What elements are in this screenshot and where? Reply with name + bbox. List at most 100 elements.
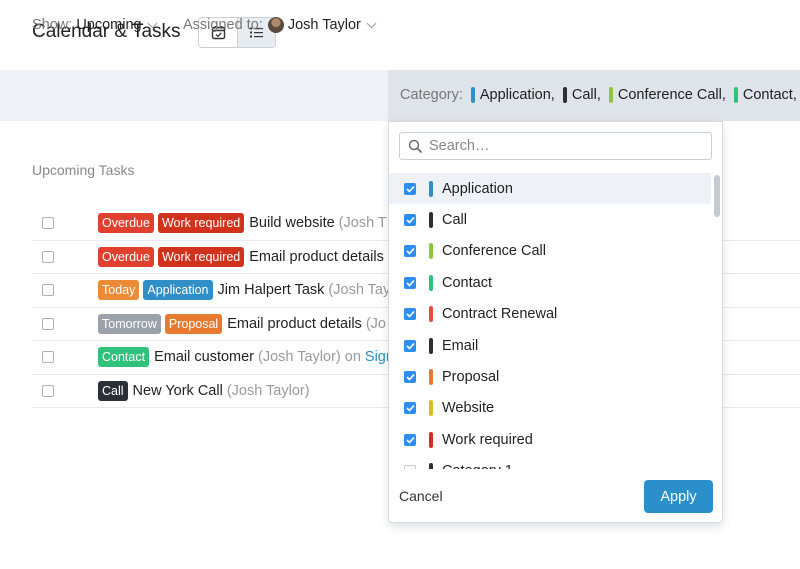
task-assignee: (Josh Taylor) on: [258, 349, 361, 366]
category-chip-label: Conference Call,: [617, 87, 726, 103]
category-option[interactable]: Conference Call: [389, 236, 711, 267]
option-checkbox[interactable]: [404, 371, 416, 384]
category-chip: Contact,: [733, 87, 797, 103]
avatar: [267, 17, 284, 33]
dropdown-footer: Cancel Apply: [389, 469, 724, 524]
category-color-marker: [562, 87, 567, 103]
option-checkbox[interactable]: [404, 402, 416, 415]
category-color-marker: [470, 87, 475, 103]
cancel-button[interactable]: Cancel: [399, 488, 443, 504]
category-color-marker: [608, 87, 613, 103]
task-name[interactable]: Email customer: [154, 349, 254, 365]
option-checkbox[interactable]: [404, 339, 416, 352]
category-chip-label: Contact,: [742, 87, 797, 103]
category-color-marker: [429, 400, 433, 417]
status-badge: Overdue: [98, 213, 154, 234]
show-filter-label: Show:: [32, 17, 73, 33]
status-badge: Overdue: [98, 246, 154, 267]
category-chip-label: Call,: [571, 87, 601, 103]
scrollbar-thumb[interactable]: [714, 175, 720, 217]
task-assignee: (Josh Taylor): [226, 382, 310, 399]
section-label: Upcoming Tasks: [32, 162, 135, 178]
task-content: Overdue Work required Email product detail…: [98, 246, 384, 267]
task-checkbox[interactable]: [42, 250, 54, 263]
category-chip: Call,: [562, 87, 601, 103]
show-filter[interactable]: Show: Upcoming: [32, 17, 158, 33]
category-option-label: Conference Call: [442, 243, 546, 260]
task-name[interactable]: Build website: [249, 215, 334, 231]
task-content: Tomorrow Proposal Email product details (Jo: [98, 313, 386, 334]
assigned-filter-label: Assigned to:: [183, 17, 263, 33]
category-option[interactable]: Work required: [389, 424, 711, 455]
category-option[interactable]: Application: [389, 173, 711, 205]
category-option-label: Work required: [442, 431, 533, 448]
status-badge: Work required: [157, 246, 245, 267]
task-content: Today Application Jim Halpert Task (Josh Ta…: [98, 280, 391, 301]
category-dropdown: Application Call Conference Call Contact Con…: [388, 121, 723, 523]
status-badge: Today: [98, 280, 140, 301]
category-option-label: Contract Renewal: [442, 306, 558, 323]
task-assignee: (Josh T: [338, 215, 387, 232]
option-checkbox[interactable]: [404, 182, 416, 195]
task-checkbox[interactable]: [42, 217, 54, 230]
category-option-label: Proposal: [442, 369, 500, 386]
task-checkbox[interactable]: [42, 284, 54, 297]
status-badge: Application: [143, 280, 213, 301]
status-badge: Tomorrow: [98, 313, 161, 334]
category-option[interactable]: Call: [389, 204, 711, 235]
task-content: Call New York Call (Josh Taylor): [98, 380, 310, 401]
category-chip-label: Application,: [479, 87, 555, 103]
category-option[interactable]: Contact: [389, 267, 711, 298]
category-color-marker: [429, 306, 433, 323]
task-name[interactable]: New York Call: [133, 383, 223, 399]
category-option-label: Email: [442, 337, 479, 354]
category-option-label: Contact: [442, 274, 492, 291]
task-checkbox[interactable]: [42, 384, 54, 397]
search-input[interactable]: [429, 138, 699, 154]
apply-button[interactable]: Apply: [644, 480, 713, 513]
status-badge: Contact: [98, 347, 150, 368]
category-color-marker: [429, 274, 433, 291]
assigned-filter-value: Josh Taylor: [287, 17, 361, 33]
category-filter[interactable]: Category: Application, Call, Conference Ca…: [388, 70, 800, 121]
task-assignee: (Jo: [365, 315, 386, 332]
category-color-marker: [429, 337, 433, 354]
category-chip: Application,: [470, 87, 555, 103]
category-chip: Conference Call,: [608, 87, 726, 103]
option-checkbox[interactable]: [404, 433, 416, 446]
option-checkbox[interactable]: [404, 276, 416, 289]
show-filter-value: Upcoming: [76, 17, 142, 33]
chevron-down-icon: [366, 18, 377, 28]
option-checkbox[interactable]: [404, 214, 416, 227]
category-color-marker: [429, 431, 433, 448]
category-filter-label: Category:: [400, 87, 463, 103]
status-badge: Work required: [157, 213, 245, 234]
category-option-list: Application Call Conference Call Contact Con…: [389, 173, 711, 469]
task-assignee: (Josh Tay: [328, 282, 391, 299]
task-name[interactable]: Email product details: [227, 316, 362, 332]
category-option-label: Website: [442, 400, 495, 417]
category-color-marker: [733, 87, 738, 103]
task-content: Contact Email customer (Josh Taylor) on Sig…: [98, 347, 394, 368]
assigned-filter[interactable]: Assigned to: Josh Taylor: [183, 17, 377, 33]
task-checkbox[interactable]: [42, 351, 54, 364]
chevron-down-icon: [147, 18, 158, 28]
task-content: Overdue Work required Build website (Josh T: [98, 213, 387, 234]
scrollbar[interactable]: [711, 173, 724, 469]
task-name[interactable]: Email product details: [249, 249, 384, 265]
task-checkbox[interactable]: [42, 317, 54, 330]
category-option[interactable]: Proposal: [389, 361, 711, 392]
category-option-label: Application: [442, 180, 513, 197]
option-checkbox[interactable]: [404, 245, 416, 258]
option-checkbox[interactable]: [404, 308, 416, 321]
category-option[interactable]: Website: [389, 393, 711, 424]
category-color-marker: [429, 212, 433, 229]
category-color-marker: [429, 369, 433, 386]
status-badge: Proposal: [164, 313, 223, 334]
category-chips: Application, Call, Conference Call, Contact…: [463, 87, 797, 103]
category-option[interactable]: Category 1: [389, 456, 711, 469]
task-name[interactable]: Jim Halpert Task: [218, 282, 325, 298]
category-option[interactable]: Email: [389, 330, 711, 361]
category-option[interactable]: Contract Renewal: [389, 299, 711, 330]
status-badge: Call: [98, 380, 128, 401]
